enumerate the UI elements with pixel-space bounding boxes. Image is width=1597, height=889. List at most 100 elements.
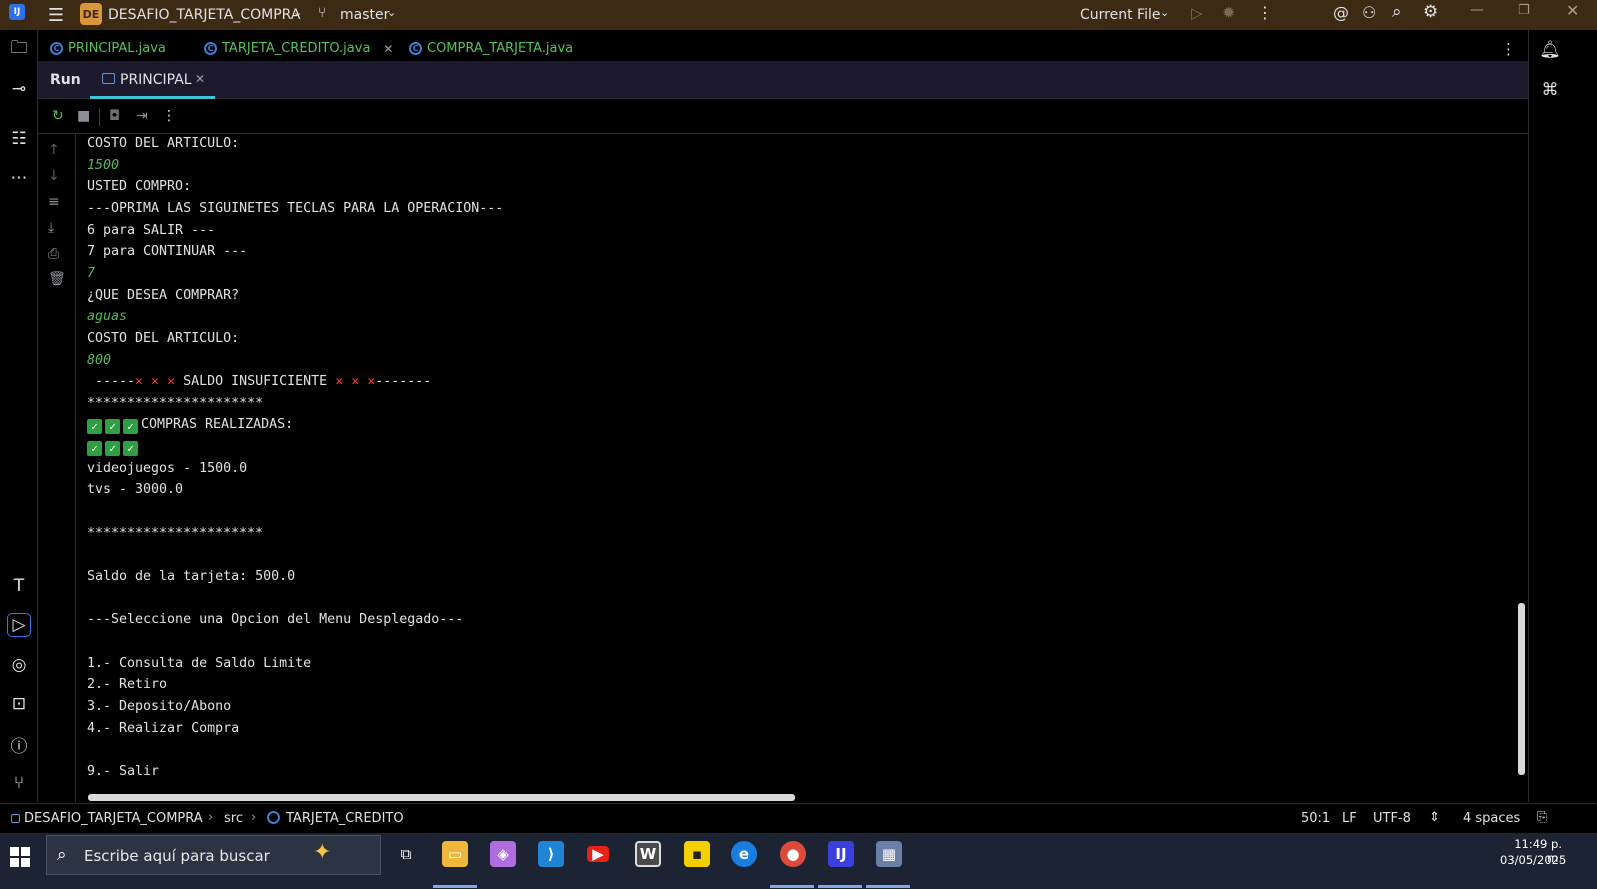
active-app-indicator (433, 885, 477, 888)
terminal-icon[interactable]: ⊡ (7, 692, 31, 716)
close-tab-icon[interactable]: ✕ (195, 72, 205, 86)
indent-setting[interactable]: 4 spaces (1463, 811, 1520, 826)
console-line: USTED COMPRO: (87, 179, 192, 195)
console-line: ---Seleccione una Opcion del Menu Desple… (87, 612, 464, 628)
calculator-icon[interactable]: ▦ (876, 841, 902, 867)
git-icon[interactable]: ⑂ (7, 771, 31, 795)
chevron-down-icon[interactable]: ⌄ (1160, 6, 1169, 19)
breadcrumb-class[interactable]: TARJETA_CREDITO (286, 811, 404, 826)
ai-assistant-icon[interactable]: @ (1333, 3, 1349, 22)
trash-icon[interactable]: 🗑︎ (48, 271, 66, 287)
tab-tarjeta-credito-java[interactable]: C TARJETA_CREDITO.java ✕ (204, 41, 393, 56)
console-gutter: ↑ ↓ ≡ ⤓ ⎙ 🗑︎ (38, 134, 76, 802)
active-app-indicator (866, 885, 910, 888)
arrow-up-icon[interactable]: ↑ (48, 142, 60, 158)
java-class-icon: C (409, 42, 422, 55)
breadcrumb-module[interactable]: DESAFIO_TARJETA_COMPRA (24, 811, 203, 826)
soft-wrap-icon[interactable]: ≡ (48, 194, 60, 210)
console-output[interactable]: COSTO DEL ARTICULO: 1500 USTED COMPRO: ---O… (77, 134, 1527, 792)
indent-icon[interactable]: ⇕ (1429, 810, 1440, 825)
folder-icon[interactable]: 🗀 (7, 37, 31, 61)
console-line: ********************** (87, 525, 264, 541)
exit-icon[interactable]: ⇥ (136, 108, 148, 124)
add-user-icon[interactable]: ⚇ (1362, 3, 1376, 22)
title-bar: IJ ☰ DE DESAFIO_TARJETA_COMPRA ⌄ ⑂ maste… (0, 0, 1597, 30)
project-name[interactable]: DESAFIO_TARJETA_COMPRA (108, 7, 300, 23)
branch-name[interactable]: master (340, 7, 389, 23)
run-configuration-selector[interactable]: Current File (1080, 7, 1160, 23)
windows-taskbar: ⌕ Escribe aquí para buscar ✦ ⧉ ▭ ◈ ⟩ ▶ W… (0, 833, 1597, 889)
check-mark-icon: ✓ (105, 419, 120, 435)
horizontal-scrollbar[interactable] (88, 794, 795, 801)
lock-icon[interactable]: ⎘ (1537, 810, 1547, 825)
saldo-message: SALDO INSUFICIENTE (175, 374, 336, 390)
tab-compra-tarjeta-java[interactable]: C COMPRA_TARJETA.java (409, 41, 573, 56)
camera-icon[interactable]: ◘ (109, 108, 120, 124)
commit-icon[interactable]: ⊸ (7, 77, 31, 101)
console-line: 1500 (87, 157, 120, 173)
debug-icon[interactable]: ✹ (1222, 3, 1235, 22)
scroll-to-end-icon[interactable]: ⤓ (48, 220, 54, 236)
search-icon[interactable]: ⌕ (1392, 2, 1402, 22)
console-line: aguas (87, 309, 128, 325)
stop-icon[interactable]: ■ (77, 108, 90, 124)
restore-icon[interactable]: ❐ (1518, 3, 1530, 18)
tab-principal-java[interactable]: C PRINCIPAL.java (50, 41, 166, 56)
tab-run-principal[interactable]: PRINCIPAL ✕ (90, 61, 215, 99)
clock-date[interactable]: 03/05/2025 (1500, 853, 1566, 867)
console-line: 6 para SALIR --- (87, 222, 216, 238)
structure-icon[interactable]: ☷ (7, 127, 31, 151)
copilot-icon[interactable]: ◈ (490, 841, 516, 867)
services-icon[interactable]: ◎ (7, 653, 31, 677)
ai-chat-icon[interactable]: ⌘ (1538, 78, 1562, 102)
chevron-down-icon[interactable]: ⌄ (293, 6, 302, 19)
right-tool-strip: 🔔︎ ⌘ (1528, 30, 1568, 802)
main-menu-icon[interactable]: ☰ (46, 5, 66, 26)
edge-icon[interactable]: e (731, 841, 757, 867)
caret-position[interactable]: 50:1 (1301, 811, 1330, 826)
chevron-down-icon[interactable]: ⌄ (387, 6, 396, 19)
problems-icon[interactable]: ⓘ (7, 732, 31, 757)
rerun-icon[interactable]: ↻ (52, 108, 64, 124)
console-line: 2.- Retiro (87, 677, 168, 693)
console-icon (102, 73, 115, 84)
java-class-icon (267, 811, 280, 824)
arrow-down-icon[interactable]: ↓ (48, 168, 60, 184)
intellij-icon[interactable]: IJ (828, 841, 854, 867)
console-line: ✓ ✓ ✓ COMPRAS REALIZADAS: (87, 415, 293, 435)
youtube-icon[interactable]: ▶ (587, 845, 609, 863)
taskbar-search-box[interactable]: ⌕ Escribe aquí para buscar ✦ (46, 835, 381, 875)
more-options-icon[interactable]: ⋮ (162, 108, 176, 124)
windows-start-icon[interactable] (10, 847, 30, 867)
git-branch-icon[interactable]: ⑂ (318, 5, 326, 21)
check-mark-icon: ✓ (105, 441, 120, 457)
chrome-icon[interactable]: ● (780, 841, 806, 867)
build-hammer-icon[interactable]: T (7, 574, 31, 598)
vscode-icon[interactable]: ⟩ (538, 841, 564, 867)
task-view-icon[interactable]: ⧉ (393, 841, 419, 867)
vertical-scrollbar[interactable] (1518, 603, 1525, 775)
close-tab-icon[interactable]: ✕ (383, 42, 393, 56)
active-app-indicator (770, 885, 814, 888)
line-separator[interactable]: LF (1342, 811, 1357, 826)
tabs-more-icon[interactable]: ⋮ (1501, 40, 1516, 58)
close-icon[interactable]: ✕ (1566, 1, 1579, 20)
minimize-icon[interactable]: — (1470, 2, 1484, 18)
notifications-bell-icon[interactable]: 🔔︎ (1538, 38, 1562, 62)
cross-mark-icon: ✕ ✕ ✕ (335, 374, 376, 390)
file-explorer-icon[interactable]: ▭ (442, 841, 468, 867)
project-badge[interactable]: DE (80, 3, 102, 25)
print-icon[interactable]: ⎙ (48, 246, 59, 262)
more-tools-icon[interactable]: ⋯ (7, 166, 31, 190)
breadcrumb-src[interactable]: src (224, 811, 243, 826)
left-tool-strip: 🗀 ⊸ ☷ ⋯ T ▷ ◎ ⊡ ⓘ ⑂ (0, 30, 38, 802)
console-line: -----✕ ✕ ✕ SALDO INSUFICIENTE ✕ ✕ ✕-----… (87, 372, 431, 392)
gear-icon[interactable]: ⚙ (1423, 2, 1438, 22)
sticky-notes-icon[interactable]: ▪ (684, 841, 710, 867)
file-encoding[interactable]: UTF-8 (1373, 811, 1411, 826)
more-actions-icon[interactable]: ⋮ (1257, 3, 1273, 22)
wikipedia-icon[interactable]: W (635, 841, 661, 867)
run-window-icon[interactable]: ▷ (7, 613, 31, 637)
console-toolbar: ↻ ■ ◘ ⇥ ⋮ (38, 100, 1528, 134)
run-icon[interactable]: ▷ (1191, 4, 1203, 22)
